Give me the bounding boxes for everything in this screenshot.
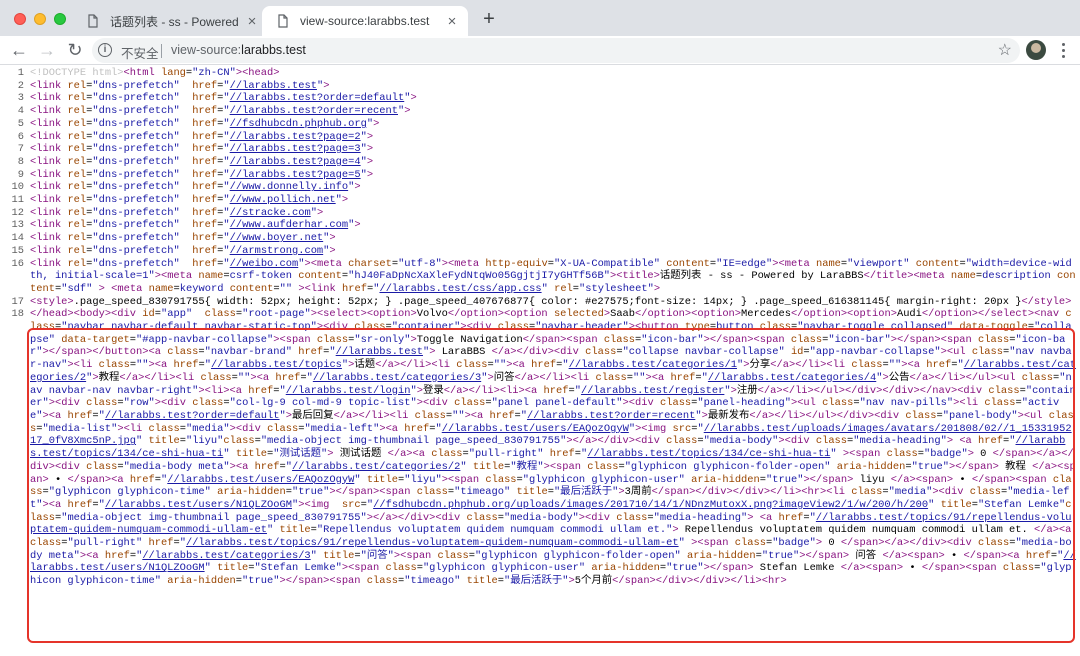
page-icon [278, 14, 288, 28]
menu-dots-icon[interactable] [1056, 40, 1070, 60]
source-view: 1 <!DOCTYPE html><html lang="zh-CN"><head… [0, 67, 1080, 656]
address-bar[interactable]: i 不安全 view-source:larabbs.test ☆ [92, 38, 1020, 63]
tab-topics[interactable]: 话题列表 - ss - Powered by Lar × [72, 6, 268, 36]
url-scheme: view-source: [171, 43, 242, 57]
security-label[interactable]: 不安全 [121, 43, 159, 62]
new-tab-button[interactable]: + [478, 8, 500, 30]
forward-arrow-icon[interactable]: → [36, 39, 58, 61]
page-icon [88, 14, 98, 28]
url-text[interactable]: view-source:larabbs.test [171, 43, 306, 57]
close-window-button[interactable] [14, 13, 26, 25]
annotation-overlay [0, 67, 1080, 656]
tab-title: view-source:larabbs.test [300, 14, 430, 28]
tab-title: 话题列表 - ss - Powered by Lar [110, 14, 242, 29]
close-icon[interactable]: × [242, 13, 262, 30]
browser-toolbar: ← → ↻ i 不安全 view-source:larabbs.test ☆ [0, 36, 1080, 65]
close-icon[interactable]: × [442, 13, 462, 30]
minimize-window-button[interactable] [34, 13, 46, 25]
reload-icon[interactable]: ↻ [64, 39, 86, 61]
tab-strip: 话题列表 - ss - Powered by Lar × view-source… [0, 0, 1080, 36]
highlight-box [27, 328, 1075, 643]
profile-avatar[interactable] [1026, 40, 1046, 60]
back-arrow-icon[interactable]: ← [8, 39, 30, 61]
info-icon[interactable]: i [98, 43, 112, 57]
bookmark-star-icon[interactable]: ☆ [998, 40, 1012, 60]
maximize-window-button[interactable] [54, 13, 66, 25]
url-host: larabbs.test [241, 43, 306, 57]
separator [161, 44, 162, 58]
tab-view-source[interactable]: view-source:larabbs.test × [262, 6, 468, 36]
